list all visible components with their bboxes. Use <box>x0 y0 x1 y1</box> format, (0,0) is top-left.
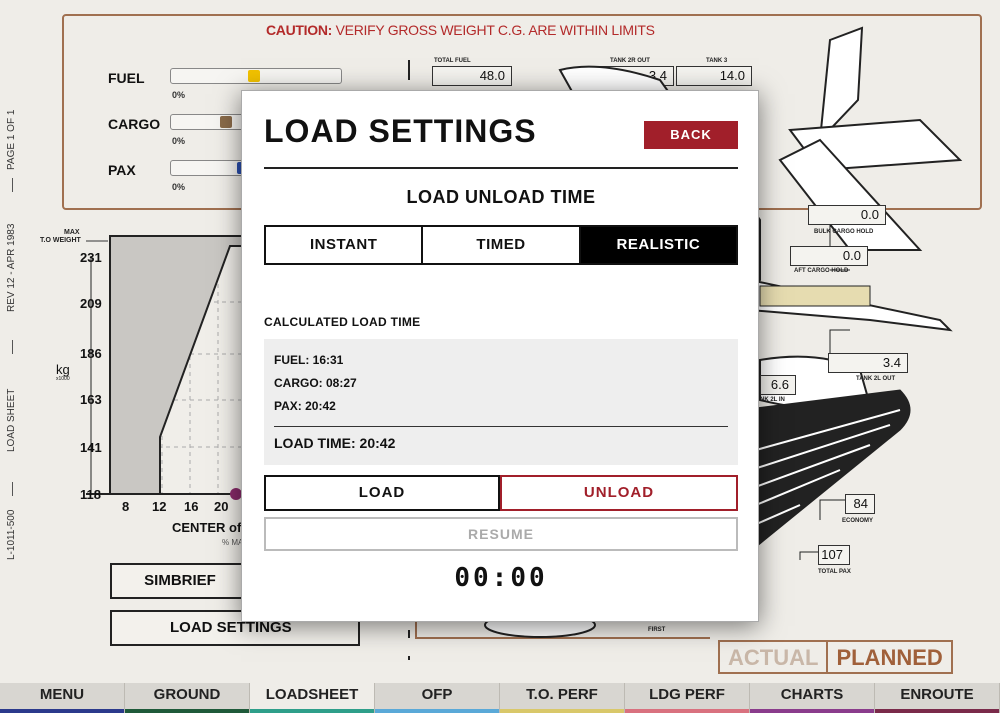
load-settings-dialog: LOAD SETTINGS BACK LOAD UNLOAD TIME INST… <box>241 90 759 622</box>
bottom-navigation: MENU GROUND LOADSHEET OFP T.O. PERF LDG … <box>0 683 1000 713</box>
nav-ldg-perf[interactable]: LDG PERF <box>625 683 750 713</box>
mode-timed[interactable]: TIMED <box>423 227 581 263</box>
nav-label: ENROUTE <box>900 686 974 703</box>
nav-color-bar <box>500 709 624 713</box>
calculated-time-heading: CALCULATED LOAD TIME <box>264 315 421 329</box>
nav-menu[interactable]: MENU <box>0 683 125 713</box>
nav-color-bar <box>375 709 499 713</box>
total-load-time: LOAD TIME: 20:42 <box>274 435 396 451</box>
nav-label: OFP <box>421 686 453 703</box>
resume-button[interactable]: RESUME <box>264 517 738 551</box>
pax-time: PAX: 20:42 <box>274 399 336 413</box>
nav-color-bar <box>750 709 874 713</box>
unload-button[interactable]: UNLOAD <box>500 475 738 511</box>
mode-realistic[interactable]: REALISTIC <box>580 227 736 263</box>
fuel-time: FUEL: 16:31 <box>274 353 344 367</box>
nav-charts[interactable]: CHARTS <box>750 683 875 713</box>
cargo-time: CARGO: 08:27 <box>274 376 357 390</box>
countdown-timer: 00:00 <box>454 563 548 593</box>
nav-loadsheet[interactable]: LOADSHEET <box>250 683 375 713</box>
nav-label: GROUND <box>153 686 221 703</box>
nav-ground[interactable]: GROUND <box>125 683 250 713</box>
nav-color-bar <box>625 709 749 713</box>
back-button[interactable]: BACK <box>644 121 738 149</box>
nav-color-bar <box>875 709 999 713</box>
nav-color-bar <box>125 709 249 713</box>
mode-instant[interactable]: INSTANT <box>266 227 424 263</box>
nav-color-bar <box>250 709 374 713</box>
nav-enroute[interactable]: ENROUTE <box>875 683 1000 713</box>
nav-label: T.O. PERF <box>526 686 598 703</box>
load-actions: LOAD UNLOAD <box>264 475 738 511</box>
calc-divider <box>274 426 728 427</box>
nav-to-perf[interactable]: T.O. PERF <box>500 683 625 713</box>
modal-overlay: LOAD SETTINGS BACK LOAD UNLOAD TIME INST… <box>0 0 1000 683</box>
load-button[interactable]: LOAD <box>264 475 500 511</box>
calculated-time-panel: FUEL: 16:31 CARGO: 08:27 PAX: 20:42 LOAD… <box>264 339 738 465</box>
dialog-title: LOAD SETTINGS <box>264 113 537 149</box>
section-heading: LOAD UNLOAD TIME <box>406 187 596 207</box>
nav-label: MENU <box>39 686 85 703</box>
nav-label: LOADSHEET <box>265 686 359 703</box>
nav-label: CHARTS <box>780 686 844 703</box>
load-mode-selector: INSTANT TIMED REALISTIC <box>264 225 738 265</box>
title-divider <box>264 167 738 169</box>
nav-label: LDG PERF <box>649 686 725 703</box>
nav-color-bar <box>0 709 124 713</box>
nav-ofp[interactable]: OFP <box>375 683 500 713</box>
